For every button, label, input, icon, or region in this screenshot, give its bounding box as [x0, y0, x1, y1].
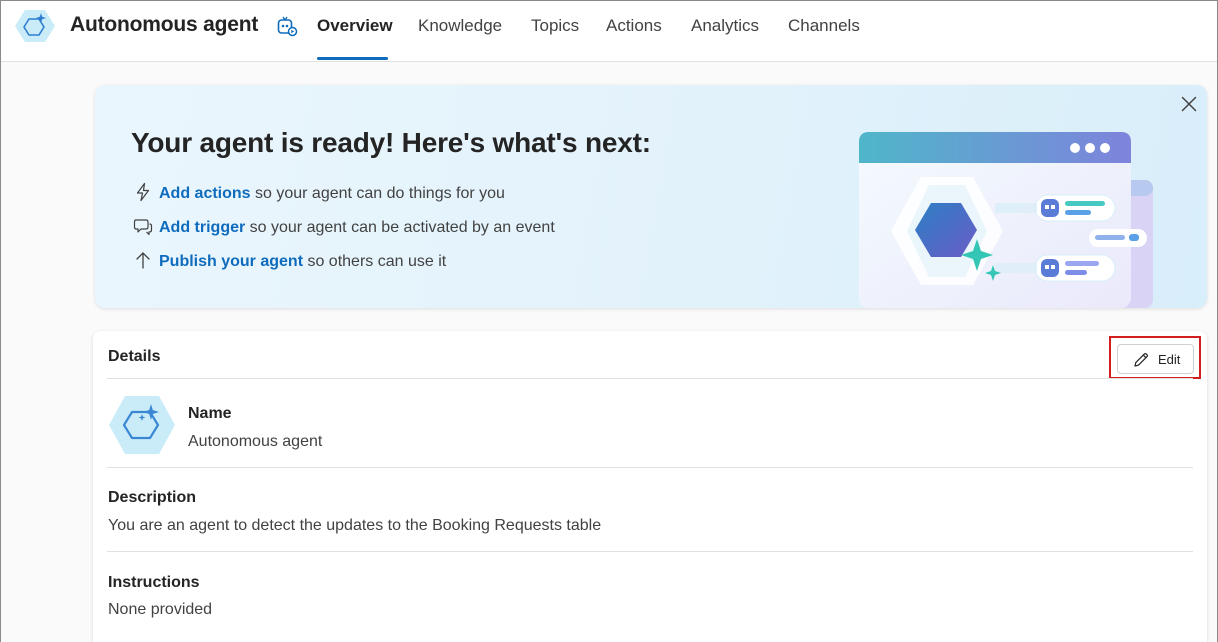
agent-title: Autonomous agent: [70, 13, 259, 36]
banner-item-publish: Publish your agent so others can use it: [133, 250, 446, 271]
edit-button[interactable]: Edit: [1117, 344, 1194, 374]
lightning-icon: [136, 182, 150, 202]
close-icon[interactable]: [1179, 94, 1199, 114]
divider: [107, 467, 1193, 468]
banner-item-text: so others can use it: [303, 253, 447, 270]
instructions-label: Instructions: [108, 574, 200, 591]
tab-knowledge[interactable]: Knowledge: [418, 16, 502, 36]
tab-overview[interactable]: Overview: [317, 16, 393, 36]
test-agent-icon[interactable]: [276, 15, 298, 37]
chat-trigger-icon: [133, 219, 153, 236]
tab-topics[interactable]: Topics: [531, 16, 579, 36]
tab-channels[interactable]: Channels: [788, 16, 860, 36]
add-trigger-link[interactable]: Add trigger: [159, 219, 245, 236]
banner-item-text: so your agent can be activated by an eve…: [245, 219, 555, 236]
agent-ready-illustration: [859, 132, 1153, 308]
next-steps-banner: Your agent is ready! Here's what's next:…: [95, 85, 1207, 308]
add-actions-link[interactable]: Add actions: [159, 185, 251, 202]
details-title: Details: [108, 348, 161, 365]
banner-item-actions: Add actions so your agent can do things …: [133, 182, 505, 203]
description-label: Description: [108, 489, 197, 506]
agent-hexagon-icon[interactable]: [14, 8, 56, 44]
divider: [107, 378, 1193, 379]
app-header: Autonomous agent Overview Knowledge Topi…: [1, 1, 1217, 62]
active-tab-indicator: [317, 57, 388, 60]
tab-actions[interactable]: Actions: [606, 16, 662, 36]
details-card: Details Edit Name Autonomous agent Descr…: [93, 331, 1207, 642]
banner-item-trigger: Add trigger so your agent can be activat…: [133, 216, 555, 237]
name-label: Name: [188, 405, 232, 422]
agent-avatar-icon: [109, 396, 175, 454]
banner-title: Your agent is ready! Here's what's next:: [131, 127, 651, 158]
tab-analytics[interactable]: Analytics: [691, 16, 759, 36]
edit-button-label: Edit: [1158, 352, 1181, 367]
description-value: You are an agent to detect the updates t…: [108, 517, 602, 534]
publish-agent-link[interactable]: Publish your agent: [159, 253, 303, 270]
name-value: Autonomous agent: [188, 433, 323, 450]
banner-item-text: so your agent can do things for you: [250, 185, 505, 202]
pencil-icon: [1134, 353, 1148, 367]
arrow-up-icon: [136, 252, 150, 269]
instructions-value: None provided: [108, 601, 213, 618]
divider: [107, 551, 1193, 552]
